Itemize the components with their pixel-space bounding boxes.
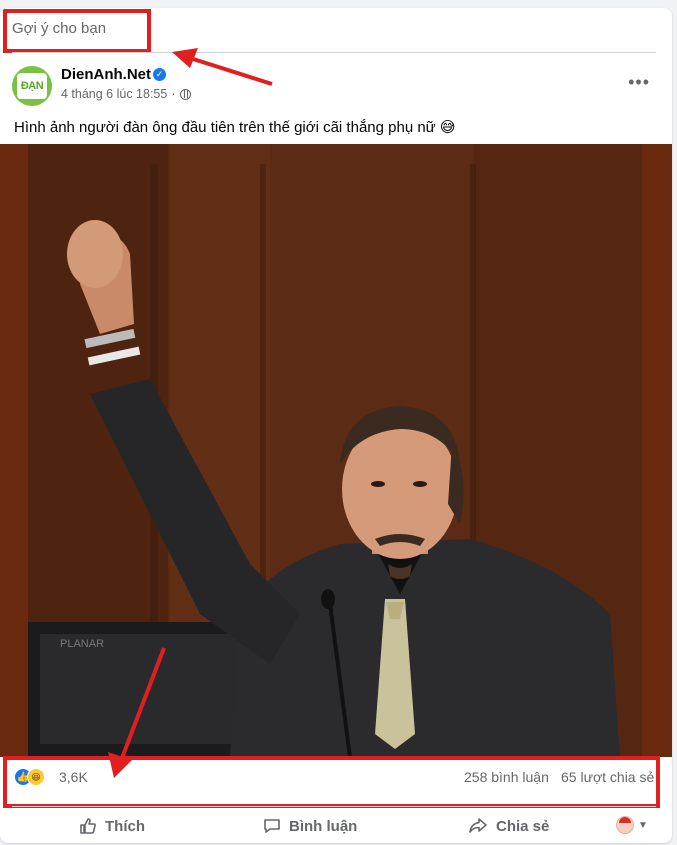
haha-reaction-icon: 😆 xyxy=(27,768,45,786)
chevron-down-icon: ▼ xyxy=(638,819,648,831)
post-caption: Hình ảnh người đàn ông đầu tiên trên thế… xyxy=(14,119,456,136)
share-button[interactable]: Chia sẻ xyxy=(468,811,549,841)
share-arrow-icon xyxy=(469,818,487,833)
page-avatar[interactable]: ĐẠN xyxy=(12,66,52,106)
like-button[interactable]: Thích xyxy=(79,811,145,841)
reaction-count[interactable]: 3,6K xyxy=(59,769,88,785)
share-button-label: Chia sẻ xyxy=(496,817,550,835)
globe-icon[interactable] xyxy=(179,88,191,100)
reaction-audience-selector[interactable]: ▼ xyxy=(616,816,648,834)
post-card: Gợi ý cho bạn ĐẠN DienAnh.Net ✓ 4 tháng … xyxy=(0,8,672,843)
post-photo[interactable]: PLANAR xyxy=(0,144,672,757)
like-button-label: Thích xyxy=(105,817,145,835)
svg-text:PLANAR: PLANAR xyxy=(60,638,104,650)
actions-divider xyxy=(12,806,656,807)
verified-badge-icon: ✓ xyxy=(153,68,166,81)
post-timestamp-link[interactable]: 4 tháng 6 lúc 18:55 xyxy=(61,87,167,101)
comment-count-link[interactable]: 258 bình luận xyxy=(464,769,549,785)
header-divider xyxy=(12,52,656,53)
comment-button-label: Bình luận xyxy=(289,817,358,835)
photo-illustration: PLANAR xyxy=(0,144,672,757)
share-count-link[interactable]: 65 lượt chia sẻ xyxy=(561,769,654,785)
comment-bubble-icon xyxy=(264,819,280,833)
post-meta: 4 tháng 6 lúc 18:55 · xyxy=(61,87,191,101)
meta-separator: · xyxy=(171,87,176,101)
avatar-logo: ĐẠN xyxy=(17,73,47,99)
page-name-link[interactable]: DienAnh.Net xyxy=(61,66,151,83)
reaction-icons[interactable]: 👍 😆 xyxy=(14,768,54,786)
more-options-icon[interactable]: ••• xyxy=(628,72,650,93)
user-avatar-icon xyxy=(616,816,634,834)
comment-button[interactable]: Bình luận xyxy=(263,811,357,841)
annotation-box-suggestion xyxy=(3,9,151,53)
thumbs-up-icon xyxy=(80,818,96,834)
